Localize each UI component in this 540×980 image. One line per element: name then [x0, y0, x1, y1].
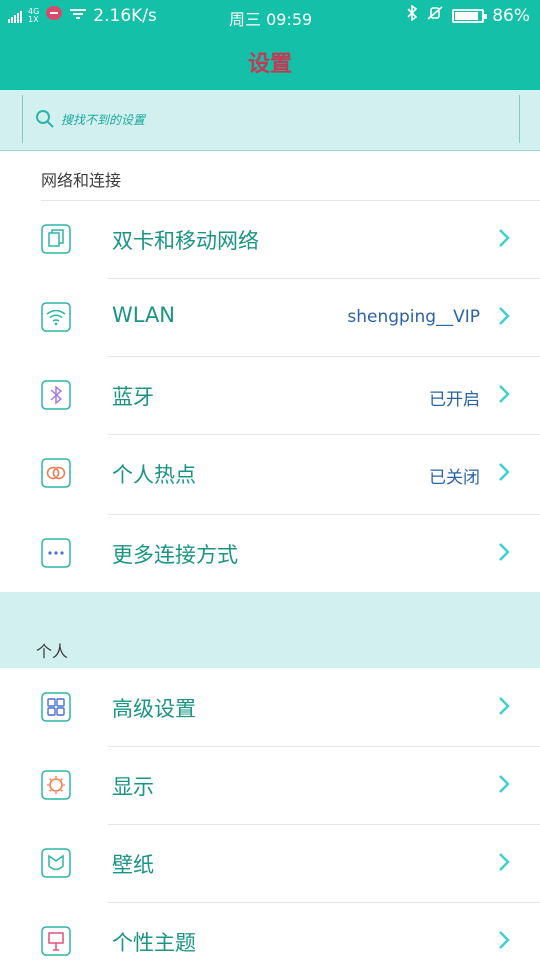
network-type-bottom: 1X	[28, 14, 39, 24]
settings-item-label: 壁纸	[112, 853, 154, 877]
grid-icon	[41, 692, 71, 722]
divider	[108, 746, 540, 747]
settings-item-label: 个性主题	[112, 931, 196, 955]
settings-item-label: 更多连接方式	[112, 543, 238, 567]
settings-item-label: WLAN	[112, 303, 176, 327]
chevron-right-icon	[498, 384, 510, 404]
bluetooth-status-icon	[406, 4, 418, 26]
title-bar: 设置	[0, 32, 540, 90]
settings-item-more-connections[interactable]: 更多连接方式	[0, 514, 540, 592]
divider	[108, 902, 540, 903]
more-icon	[41, 538, 71, 568]
network-type-indicator: 4G 1X	[28, 7, 39, 24]
battery-level-fill	[455, 11, 478, 20]
wifi-icon	[41, 302, 71, 332]
divider	[108, 278, 540, 279]
clock: 周三 09:59	[229, 10, 313, 29]
search-input[interactable]: 搜找不到的设置	[22, 95, 520, 143]
hotspot-icon	[41, 458, 71, 488]
settings-item-label: 高级设置	[112, 697, 196, 721]
divider	[41, 200, 540, 201]
settings-item-label: 双卡和移动网络	[112, 229, 259, 253]
battery-icon	[452, 8, 488, 23]
settings-item-wallpaper[interactable]: 壁纸	[0, 824, 540, 902]
divider	[108, 356, 540, 357]
wifi-status-icon	[69, 6, 87, 26]
settings-item-label: 显示	[112, 775, 154, 799]
settings-item-value: shengping__VIP	[347, 307, 480, 327]
settings-item-value: 已关闭	[429, 468, 480, 488]
chevron-right-icon	[498, 306, 510, 326]
settings-item-bluetooth[interactable]: 蓝牙 已开启	[0, 356, 540, 434]
divider	[108, 434, 540, 435]
section-title: 个人	[36, 642, 69, 661]
chevron-right-icon	[498, 930, 510, 950]
section-header-network: 网络和连接	[0, 150, 540, 200]
section-title: 网络和连接	[41, 171, 122, 190]
signal-strength-icon	[8, 9, 22, 23]
wallpaper-icon	[41, 848, 71, 878]
settings-item-label: 蓝牙	[112, 385, 154, 409]
settings-item-theme[interactable]: 个性主题	[0, 902, 540, 980]
settings-item-display[interactable]: 显示	[0, 746, 540, 824]
display-icon	[41, 770, 71, 800]
dual-sim-icon	[41, 224, 71, 254]
search-area: 搜找不到的设置	[0, 90, 540, 151]
settings-item-wlan[interactable]: WLAN shengping__VIP	[0, 278, 540, 356]
status-left: 4G 1X 2.16K/s	[8, 5, 157, 26]
section-header-personal: 个人	[0, 592, 540, 668]
chevron-right-icon	[498, 228, 510, 248]
vibrate-off-icon	[426, 5, 444, 26]
settings-item-value: 已开启	[429, 390, 480, 410]
status-bar: 4G 1X 2.16K/s 周三 09:59 86%	[0, 0, 540, 32]
settings-item-advanced[interactable]: 高级设置	[0, 668, 540, 746]
chevron-right-icon	[498, 774, 510, 794]
page-title: 设置	[247, 52, 292, 77]
theme-icon	[41, 926, 71, 956]
divider	[108, 824, 540, 825]
settings-item-hotspot[interactable]: 个人热点 已关闭	[0, 434, 540, 512]
status-right: 86%	[406, 4, 530, 26]
settings-item-dual-sim[interactable]: 双卡和移动网络	[0, 200, 540, 278]
network-speed: 2.16K/s	[93, 5, 157, 26]
battery-percent: 86%	[492, 5, 530, 26]
chevron-right-icon	[498, 696, 510, 716]
settings-item-label: 个人热点	[112, 463, 196, 487]
search-icon	[35, 109, 55, 133]
divider	[108, 514, 540, 515]
notification-app-icon	[45, 5, 63, 26]
chevron-right-icon	[498, 852, 510, 872]
chevron-right-icon	[498, 542, 510, 562]
chevron-right-icon	[498, 462, 510, 482]
search-placeholder: 搜找不到的设置	[61, 113, 146, 127]
bluetooth-icon	[41, 380, 71, 410]
